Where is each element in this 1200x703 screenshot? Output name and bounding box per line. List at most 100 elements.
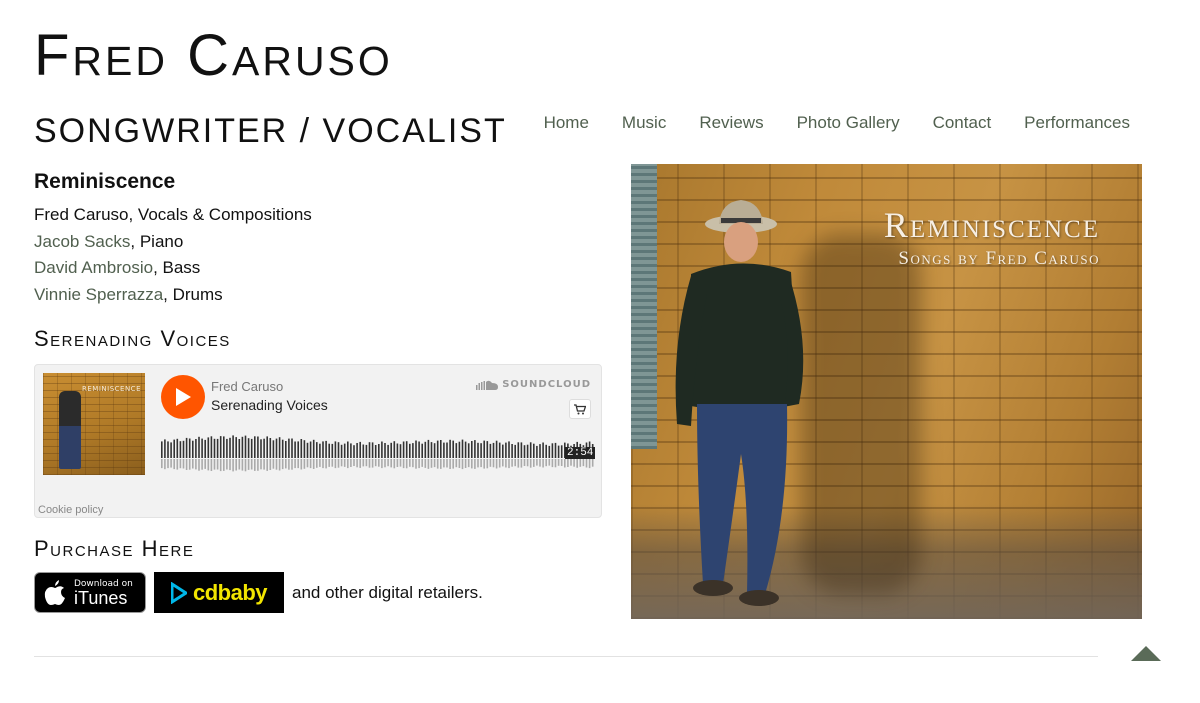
waveform-reflection bbox=[185, 459, 188, 470]
waveform-bar bbox=[322, 441, 324, 458]
waveform-bar bbox=[455, 443, 458, 458]
waveform-bar bbox=[347, 441, 349, 458]
waveform-reflection bbox=[474, 459, 476, 469]
waveform-reflection bbox=[455, 459, 458, 468]
waveform-bar bbox=[309, 441, 312, 458]
waveform-reflection bbox=[418, 459, 420, 469]
track-artist[interactable]: Fred Caruso bbox=[211, 379, 283, 394]
waveform-reflection bbox=[247, 459, 250, 470]
musician-link-jacob-sacks[interactable]: Jacob Sacks bbox=[34, 232, 130, 251]
waveform-reflection bbox=[371, 459, 374, 468]
itunes-badge[interactable]: Download on iTunes bbox=[34, 572, 146, 613]
waveform-bar bbox=[179, 441, 182, 458]
nav-item-reviews[interactable]: Reviews bbox=[699, 113, 763, 133]
site-title[interactable]: Fred Caruso bbox=[34, 22, 393, 89]
album-info: Reminiscence Fred Caruso, Vocals & Compo… bbox=[34, 170, 602, 613]
waveform-bar bbox=[306, 442, 309, 458]
itunes-badge-text: Download on iTunes bbox=[74, 579, 133, 607]
waveform-reflection bbox=[362, 459, 365, 467]
track-artwork[interactable]: REMINISCENCE bbox=[43, 373, 145, 475]
waveform-reflection bbox=[285, 459, 287, 469]
waveform-reflection bbox=[260, 459, 262, 470]
waveform-reflection bbox=[347, 459, 349, 469]
waveform-bar bbox=[365, 444, 368, 458]
waveform-reflection bbox=[353, 459, 355, 466]
waveform-bar bbox=[207, 437, 210, 458]
waveform-bar bbox=[467, 443, 470, 458]
musician-link-david-ambrosio[interactable]: David Ambrosio bbox=[34, 258, 153, 277]
waveform-reflection bbox=[378, 459, 380, 467]
waveform-reflection bbox=[316, 459, 318, 468]
waveform-reflection bbox=[446, 459, 448, 468]
waveform-bar bbox=[185, 437, 188, 458]
photo-album-subtitle: Songs by Fred Caruso bbox=[898, 248, 1100, 269]
nav-item-music[interactable]: Music bbox=[622, 113, 666, 133]
waveform-bar bbox=[350, 443, 352, 458]
waveform-bar bbox=[402, 441, 405, 458]
soundcloud-logo[interactable]: SOUNDCLOUD bbox=[476, 379, 591, 390]
waveform-bar bbox=[254, 436, 256, 458]
waveform-bar bbox=[433, 443, 436, 458]
back-to-top-icon[interactable] bbox=[1131, 646, 1161, 661]
waveform-reflection bbox=[533, 459, 535, 467]
waveform-reflection bbox=[300, 459, 303, 470]
waveform-reflection bbox=[564, 459, 566, 468]
soundcloud-icon bbox=[476, 380, 499, 390]
waveform-bar bbox=[334, 441, 337, 458]
cookie-policy-link[interactable]: Cookie policy bbox=[38, 504, 103, 516]
waveform-bar bbox=[390, 442, 392, 458]
nav-item-performances[interactable]: Performances bbox=[1024, 113, 1130, 133]
site-tagline: SONGWRITER / VOCALIST bbox=[34, 112, 507, 150]
waveform-bar bbox=[542, 442, 544, 458]
waveform-reflection bbox=[573, 459, 575, 467]
credit-role: , Bass bbox=[153, 258, 201, 277]
waveform-reflection bbox=[235, 459, 237, 471]
waveform-reflection bbox=[542, 459, 544, 468]
waveform-bar bbox=[164, 439, 166, 458]
buy-cart-button[interactable] bbox=[569, 399, 591, 419]
waveform-bar bbox=[219, 436, 222, 458]
waveform-bar bbox=[294, 441, 296, 458]
waveform-reflection bbox=[514, 459, 516, 467]
waveform-bar bbox=[266, 436, 268, 458]
waveform-bar bbox=[257, 436, 259, 458]
waveform-reflection bbox=[495, 459, 498, 469]
waveform[interactable] bbox=[161, 431, 595, 475]
waveform-reflection bbox=[312, 459, 315, 469]
waveform-reflection bbox=[223, 459, 225, 471]
waveform-reflection bbox=[254, 459, 256, 471]
waveform-reflection bbox=[365, 459, 368, 467]
waveform-bar bbox=[405, 441, 408, 458]
play-icon bbox=[176, 388, 191, 406]
cdbaby-badge[interactable]: cdbaby bbox=[154, 572, 284, 613]
musician-link-vinnie-sperrazza[interactable]: Vinnie Sperrazza bbox=[34, 285, 163, 304]
nav-item-home[interactable]: Home bbox=[544, 113, 589, 133]
waveform-reflection bbox=[458, 459, 461, 468]
waveform-bar bbox=[502, 444, 504, 458]
waveform-reflection bbox=[170, 459, 172, 468]
waveform-bar bbox=[536, 445, 538, 458]
waveform-reflection bbox=[219, 459, 222, 472]
waveform-reflection bbox=[443, 459, 445, 468]
waveform-bar bbox=[539, 444, 541, 458]
nav-item-contact[interactable]: Contact bbox=[933, 113, 992, 133]
waveform-reflection bbox=[213, 459, 216, 470]
waveform-reflection bbox=[430, 459, 433, 468]
waveform-reflection bbox=[232, 459, 234, 472]
waveform-bar bbox=[170, 442, 172, 458]
waveform-bar bbox=[449, 439, 451, 458]
play-button[interactable] bbox=[161, 375, 205, 419]
waveform-bar bbox=[198, 436, 200, 458]
waveform-bar bbox=[399, 444, 402, 458]
waveform-bar bbox=[173, 439, 175, 458]
nav-item-photo-gallery[interactable]: Photo Gallery bbox=[797, 113, 900, 133]
waveform-reflection bbox=[328, 459, 330, 467]
waveform-reflection bbox=[486, 459, 489, 469]
waveform-reflection bbox=[226, 459, 228, 470]
waveform-reflection bbox=[359, 459, 361, 468]
waveform-reflection bbox=[539, 459, 541, 467]
track-title[interactable]: Serenading Voices bbox=[211, 397, 328, 413]
waveform-bar bbox=[356, 443, 358, 458]
waveform-bar bbox=[514, 444, 516, 458]
waveform-reflection bbox=[201, 459, 203, 470]
